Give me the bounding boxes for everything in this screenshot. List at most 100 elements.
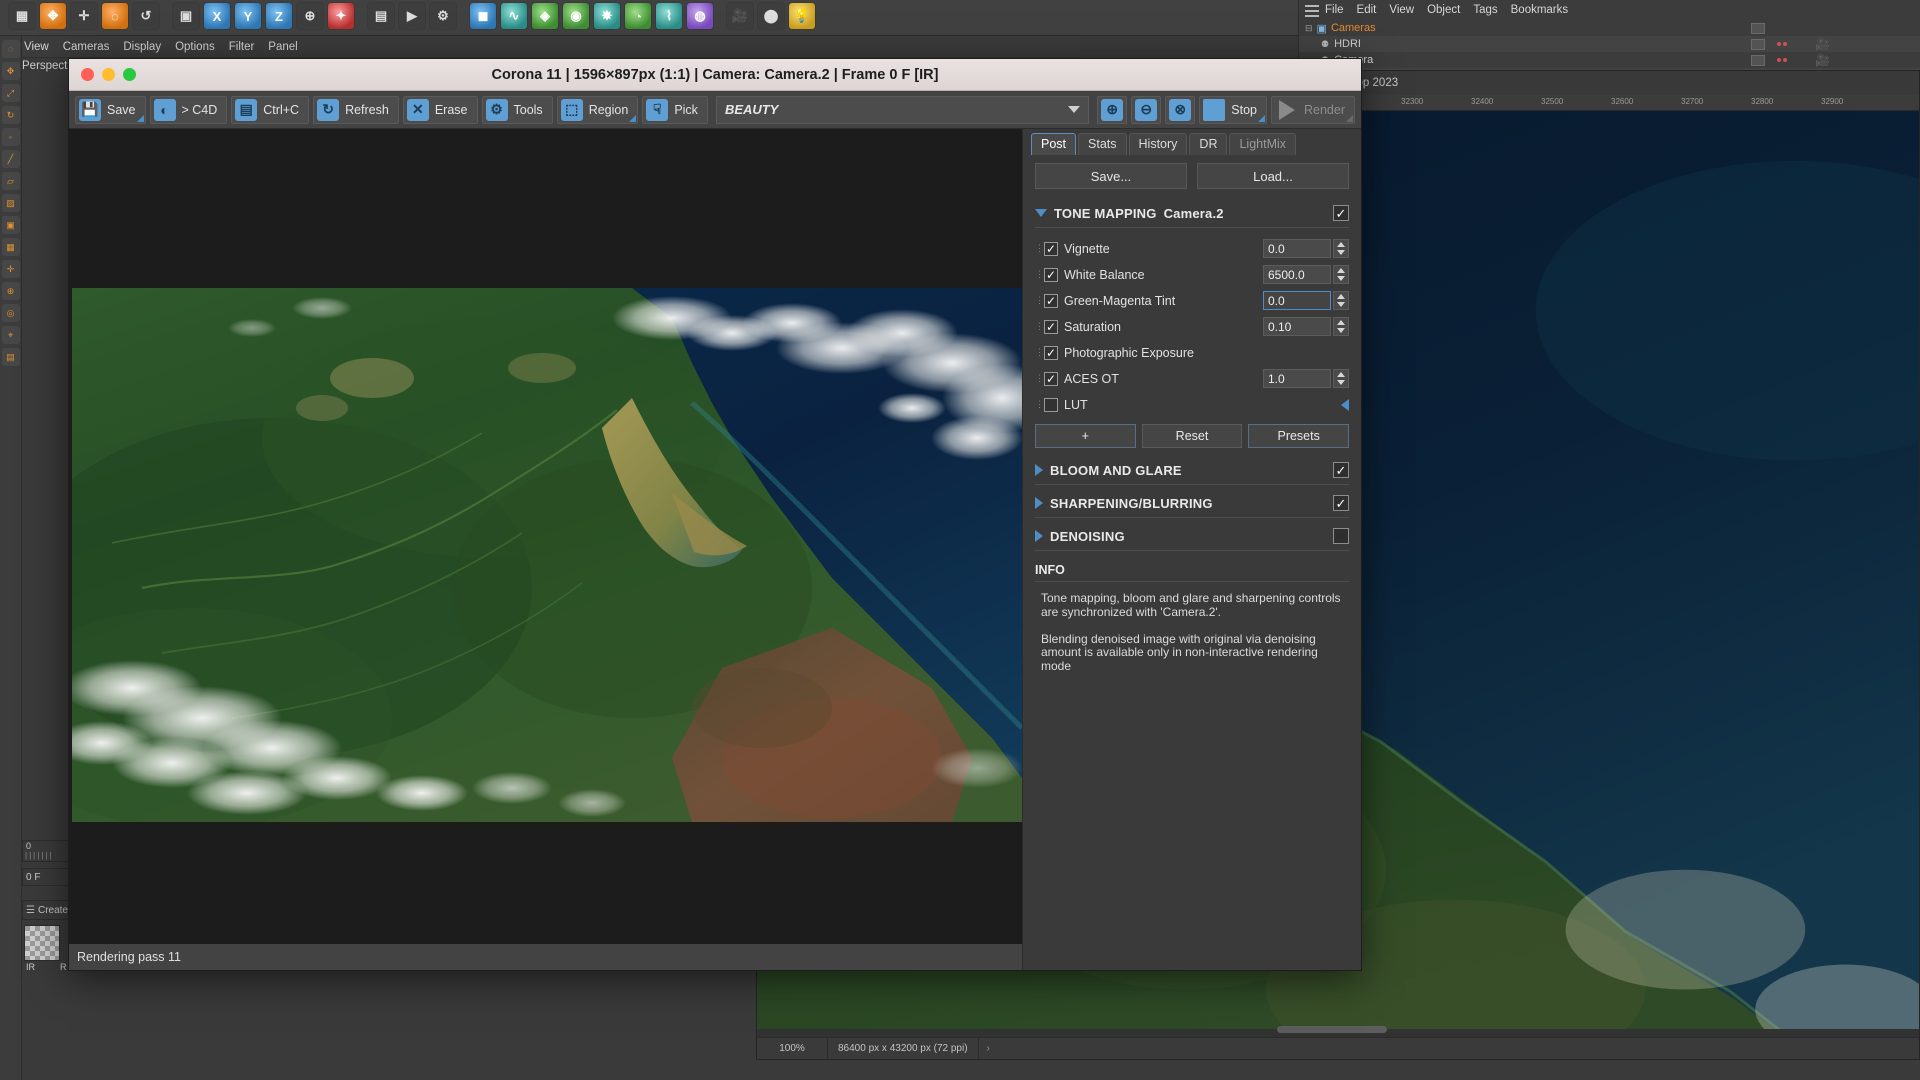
tab-post[interactable]: Post [1031, 133, 1077, 155]
model-mode-icon[interactable]: ▨ [1, 194, 20, 212]
bulb-icon[interactable]: 💡 [788, 2, 816, 30]
save-dropdown-corner-icon[interactable] [136, 114, 144, 122]
drag-handle-icon[interactable]: ⋮⋮ [1035, 322, 1054, 331]
zoom-fit-button[interactable]: ⊗ [1165, 95, 1196, 124]
object-row-camera-1[interactable]: ⚉ Camera 🎥 [1299, 52, 1920, 68]
corona-title-bar[interactable]: Corona 11 | 1596×897px (1:1) | Camera: C… [69, 59, 1361, 91]
stop-button[interactable]: Stop [1199, 95, 1267, 124]
select-icon[interactable]: ▣ [172, 2, 200, 30]
add-operator-button[interactable]: + [1035, 424, 1136, 448]
white-balance-input[interactable]: 6500.0 [1263, 265, 1331, 284]
scene-icon[interactable]: ✸ [593, 2, 621, 30]
edge-mode-icon[interactable]: ╱ [1, 150, 20, 168]
tab-dr[interactable]: DR [1189, 133, 1228, 155]
undo-redo-icon[interactable]: ↺ [132, 2, 160, 30]
tab-stats[interactable]: Stats [1078, 133, 1127, 155]
object-row-hdri[interactable]: ⚉ HDRI 🎥 [1299, 36, 1920, 52]
mograph-icon[interactable]: ◔ [624, 2, 652, 30]
drag-handle-icon[interactable]: ⋮⋮ [1035, 296, 1054, 305]
object-menu-bookmarks[interactable]: Bookmarks [1511, 4, 1569, 16]
render-pass-select[interactable]: BEAUTY [715, 95, 1090, 124]
param-row-aces-ot[interactable]: ⋮⋮ ACES OT 1.0 [1035, 366, 1349, 391]
viewport-menu-options[interactable]: Options [175, 41, 215, 53]
region-dropdown-corner-icon[interactable] [629, 114, 637, 122]
rotate-tool-icon[interactable]: ↻ [1, 106, 20, 124]
expand-triangle-right-icon[interactable] [1035, 464, 1043, 476]
material-swatch[interactable] [24, 925, 60, 961]
object-visibility-tag[interactable] [1751, 38, 1765, 50]
grid-icon[interactable]: ▦ [8, 2, 36, 30]
viewport-menu-panel[interactable]: Panel [268, 41, 297, 53]
axis-mode-icon[interactable]: ✛ [1, 260, 20, 278]
green-magenta-tint-checkbox[interactable] [1044, 293, 1058, 308]
sharpening-blurring-header[interactable]: SHARPENING/BLURRING [1035, 493, 1349, 515]
render-view-icon[interactable]: ▤ [367, 2, 395, 30]
photoshop-status-chevron-icon[interactable]: › [979, 1043, 990, 1054]
drag-handle-icon[interactable]: ⋮⋮ [1035, 400, 1054, 409]
erase-button[interactable]: ✕ Erase [402, 95, 478, 124]
save-preset-button[interactable]: Save... [1035, 163, 1187, 189]
zoom-in-button[interactable]: ⊕ [1097, 95, 1128, 124]
white-balance-stepper[interactable] [1333, 265, 1349, 284]
maximize-button[interactable] [123, 68, 136, 81]
object-menu-edit[interactable]: Edit [1357, 4, 1377, 16]
enable-axis-icon[interactable]: ⊕ [1, 282, 20, 300]
object-manager-hamburger-icon[interactable] [1305, 5, 1319, 20]
tab-lightmix[interactable]: LightMix [1229, 133, 1297, 155]
object-dots[interactable] [1777, 42, 1787, 46]
render-dropdown-corner-icon[interactable] [1346, 114, 1353, 122]
photographic-exposure-checkbox[interactable] [1044, 345, 1058, 360]
aces-ot-checkbox[interactable] [1044, 371, 1058, 386]
stop-dropdown-corner-icon[interactable] [1258, 114, 1265, 122]
tools-button[interactable]: ⚙ Tools [481, 95, 553, 124]
point-mode-icon[interactable]: ◦ [1, 128, 20, 146]
load-preset-button[interactable]: Load... [1197, 163, 1349, 189]
viewport-menu-cameras[interactable]: Cameras [63, 41, 110, 53]
live-selection-icon[interactable]: ◌ [1, 40, 20, 58]
object-menu-view[interactable]: View [1389, 4, 1414, 16]
green-magenta-tint-input[interactable]: 0.0 [1263, 291, 1331, 310]
cube-icon[interactable]: ◼ [469, 2, 497, 30]
param-row-white-balance[interactable]: ⋮⋮ White Balance 6500.0 [1035, 262, 1349, 287]
lut-expand-arrow-icon[interactable] [1341, 398, 1349, 411]
bend-icon[interactable]: ◉ [562, 2, 590, 30]
expand-triangle-right-icon[interactable] [1035, 497, 1043, 509]
drag-handle-icon[interactable]: ⋮⋮ [1035, 244, 1054, 253]
tone-mapping-enable-checkbox[interactable] [1333, 205, 1349, 221]
saturation-stepper[interactable] [1333, 317, 1349, 336]
corona-render-viewport[interactable]: Rendering pass 11 [69, 129, 1024, 970]
photoshop-zoom-level[interactable]: 100% [757, 1043, 827, 1054]
expand-triangle-right-icon[interactable] [1035, 530, 1043, 542]
light-dots-icon[interactable]: ⬤ [757, 2, 785, 30]
world-axis-icon[interactable]: ⊕ [296, 2, 324, 30]
drag-handle-icon[interactable]: ⋮⋮ [1035, 374, 1054, 383]
viewport-menu-view[interactable]: View [24, 41, 49, 53]
polygon-mode-icon[interactable]: ▱ [1, 172, 20, 190]
sharpening-blurring-checkbox[interactable] [1333, 495, 1349, 511]
green-magenta-tint-stepper[interactable] [1333, 291, 1349, 310]
refresh-button[interactable]: ↻ Refresh [313, 95, 399, 124]
rendered-image[interactable] [72, 288, 1022, 822]
denoising-header[interactable]: DENOISING [1035, 526, 1349, 548]
aces-ot-input[interactable]: 1.0 [1263, 369, 1331, 388]
tone-mapping-header[interactable]: TONE MAPPING Camera.2 [1035, 203, 1349, 225]
saturation-checkbox[interactable] [1044, 319, 1058, 334]
denoising-checkbox[interactable] [1333, 528, 1349, 544]
rotate-icon[interactable]: ◌ [101, 2, 129, 30]
tab-history[interactable]: History [1128, 133, 1188, 155]
chevron-down-icon[interactable] [1068, 106, 1081, 113]
scale-tool-icon[interactable]: ⤢ [1, 84, 20, 102]
object-row-cameras[interactable]: ⊟ ▣ Cameras [1299, 20, 1920, 36]
material-manager-menu[interactable]: ☰ Create [22, 900, 72, 920]
render-button[interactable]: Render [1271, 95, 1355, 124]
param-row-lut[interactable]: ⋮⋮ LUT [1035, 392, 1349, 417]
param-row-saturation[interactable]: ⋮⋮ Saturation 0.10 [1035, 314, 1349, 339]
white-balance-checkbox[interactable] [1044, 267, 1058, 282]
simulate-icon[interactable]: ◍ [686, 2, 714, 30]
aces-ot-stepper[interactable] [1333, 369, 1349, 388]
coordinates-icon[interactable]: ✦ [327, 2, 355, 30]
viewport-solo-icon[interactable]: ◎ [1, 304, 20, 322]
copy-button[interactable]: ▤ Ctrl+C [231, 95, 310, 124]
camera-tag-icon[interactable]: 🎥 [1815, 53, 1830, 67]
object-visibility-tag[interactable] [1751, 22, 1765, 34]
